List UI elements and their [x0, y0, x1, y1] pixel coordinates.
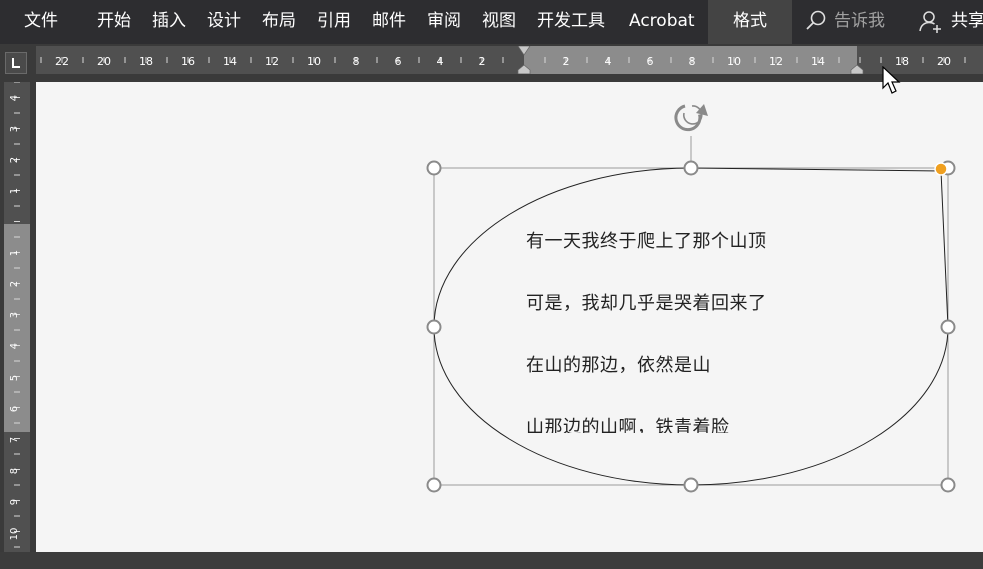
- shape-text-line: 在山的那边，依然是山: [526, 355, 711, 376]
- resize-handle-bottom[interactable]: [683, 477, 699, 493]
- tab-file[interactable]: 文件: [24, 0, 58, 44]
- ruler-label: 20: [97, 55, 111, 68]
- mouse-pointer-icon: [882, 66, 901, 94]
- vruler-label: 7: [9, 437, 20, 443]
- ruler-label: 2: [563, 55, 570, 68]
- vruler-label: 3: [9, 126, 20, 132]
- rotate-handle-icon[interactable]: [674, 104, 708, 132]
- edit-point-vertex[interactable]: [934, 162, 948, 176]
- selection-frame: [433, 167, 949, 486]
- vruler-label: 6: [9, 406, 20, 412]
- vruler-label: 4: [9, 95, 20, 101]
- resize-handle-left[interactable]: [426, 319, 442, 335]
- search-icon: [806, 10, 826, 30]
- tab-mailings[interactable]: 邮件: [372, 0, 406, 44]
- shape-text-line-clipped: 山那边的山啊，铁青着脸: [526, 417, 730, 433]
- vertical-ruler[interactable]: 4 3 2 1 1 2 3 4 5 6 7 8 9 10: [4, 82, 30, 552]
- tab-stop-selector[interactable]: [5, 52, 27, 74]
- share-label: 共享: [951, 11, 983, 31]
- resize-handle-bottom-left[interactable]: [426, 477, 442, 493]
- vruler-label: 2: [9, 281, 20, 287]
- vruler-label: 9: [9, 499, 20, 505]
- user-add-icon: [919, 11, 941, 33]
- ruler-label: 6: [647, 55, 654, 68]
- ruler-label: 8: [353, 55, 360, 68]
- share-button[interactable]: 共享: [918, 0, 983, 44]
- ruler-label: 20: [937, 55, 951, 68]
- resize-handle-right[interactable]: [940, 319, 956, 335]
- shape-text-line: 有一天我终于爬上了那个山顶: [526, 231, 767, 252]
- ruler-label: 12: [769, 55, 783, 68]
- vruler-label: 3: [9, 312, 20, 318]
- vruler-label: 5: [9, 375, 20, 381]
- resize-handle-top-left[interactable]: [426, 160, 442, 176]
- vruler-label: 1: [9, 250, 20, 256]
- shape-outline: [433, 167, 949, 486]
- tell-me-placeholder: 告诉我: [834, 11, 885, 31]
- ribbon-tab-bar: 文件 开始 插入 设计 布局 引用 邮件 审阅 视图 开发工具 Acrobat …: [0, 0, 983, 44]
- tab-home[interactable]: 开始: [97, 0, 131, 44]
- oval-shape[interactable]: [36, 82, 983, 552]
- ruler-label: 6: [395, 55, 402, 68]
- vruler-label: 1: [9, 188, 20, 194]
- vruler-margin-top: [4, 82, 30, 224]
- vruler-label: 2: [9, 157, 20, 163]
- tab-developer[interactable]: 开发工具: [537, 0, 605, 44]
- ruler-label: 8: [689, 55, 696, 68]
- tab-insert[interactable]: 插入: [152, 0, 186, 44]
- ruler-margin-right: [857, 46, 983, 74]
- vruler-label: 8: [9, 468, 20, 474]
- vruler-label: 10: [9, 528, 20, 541]
- tab-view[interactable]: 视图: [482, 0, 516, 44]
- left-tab-icon: [12, 58, 20, 68]
- tab-review[interactable]: 审阅: [427, 0, 461, 44]
- ruler-label: 12: [265, 55, 279, 68]
- ruler-label: 18: [139, 55, 153, 68]
- ruler-label: 16: [181, 55, 195, 68]
- tab-references[interactable]: 引用: [317, 0, 351, 44]
- tab-design[interactable]: 设计: [207, 0, 241, 44]
- ruler-label: 14: [223, 55, 237, 68]
- horizontal-ruler[interactable]: 22 20 18 16 14 12 10 8 6 4 2 2 4 6 8 10 12 14 18 20: [36, 46, 983, 74]
- tell-me-search[interactable]: 告诉我: [804, 0, 904, 44]
- ruler-label: 4: [437, 55, 444, 68]
- ruler-label: 2: [479, 55, 486, 68]
- tab-layout[interactable]: 布局: [262, 0, 296, 44]
- ruler-label: 14: [811, 55, 825, 68]
- ruler-label: 22: [55, 55, 69, 68]
- tab-format[interactable]: 格式: [708, 0, 792, 44]
- resize-handle-top[interactable]: [683, 160, 699, 176]
- tab-acrobat[interactable]: Acrobat: [629, 0, 695, 44]
- ruler-label: 10: [307, 55, 321, 68]
- ruler-label: 10: [727, 55, 741, 68]
- vruler-label: 4: [9, 343, 20, 349]
- resize-handle-bottom-right[interactable]: [940, 477, 956, 493]
- document-page[interactable]: 有一天我终于爬上了那个山顶 可是，我却几乎是哭着回来了 在山的那边，依然是山 山…: [36, 82, 983, 552]
- shape-text-line: 可是，我却几乎是哭着回来了: [526, 293, 767, 314]
- ruler-label: 4: [605, 55, 612, 68]
- vruler-labels: 4 3 2 1 1 2 3 4 5 6 7 8 9 10: [9, 95, 20, 541]
- status-bar: [0, 552, 983, 569]
